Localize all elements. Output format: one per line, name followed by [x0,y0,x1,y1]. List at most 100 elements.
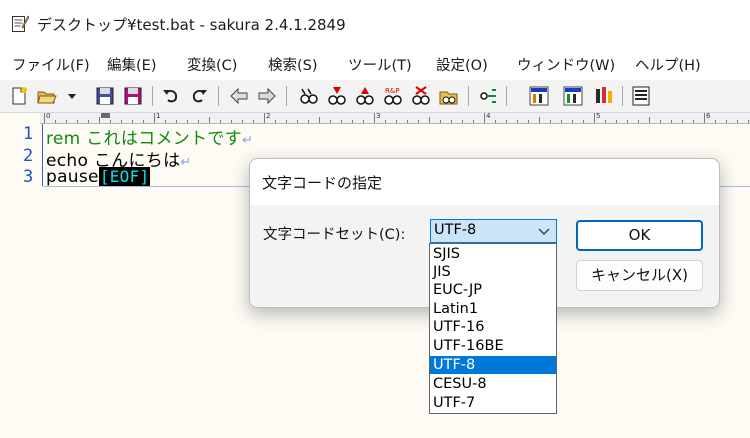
charset-option-sjis[interactable]: SJIS [430,245,556,263]
ok-button[interactable]: OK [576,220,703,251]
ruler-tick [44,113,45,123]
ruler-tick [198,120,199,123]
ruler-tick [616,120,617,123]
grep-icon[interactable] [438,85,460,107]
ruler-tick [715,120,716,123]
ruler-tick [143,120,144,123]
charset-label: 文字コードセット(C): [263,227,406,243]
ruler-tick [605,120,606,123]
ruler-tick [396,120,397,123]
ruler-tick [561,120,562,123]
search-next-icon[interactable] [326,85,348,107]
charset-option-cesu-8[interactable]: CESU-8 [430,375,556,393]
save-icon[interactable] [94,85,116,107]
clear-highlight-icon[interactable] [410,85,432,107]
window-icon[interactable] [630,85,652,107]
redo-icon[interactable] [188,85,210,107]
menu-convert[interactable]: 変換(C) [187,54,237,75]
ruler-tick [341,120,342,123]
charset-option-utf-8[interactable]: UTF-8 [430,356,556,374]
ruler-tick [649,117,650,123]
ruler-tick [110,120,111,123]
ruler-tick [385,120,386,123]
charset-option-utf-7[interactable]: UTF-7 [430,394,556,412]
charset-combobox[interactable]: UTF-8 [430,219,557,243]
ruler-tick [726,120,727,123]
ruler-label: 2 [266,112,271,120]
charset-dropdown-list[interactable]: SJIS JIS EUC-JP Latin1 UTF-16 UTF-16BE U… [429,243,557,414]
ruler-label: 5 [596,112,601,120]
ruler-tick [737,120,738,123]
ruler-tick [660,120,661,123]
ruler-tick [319,117,320,123]
ruler-tick [594,113,595,123]
search-prev-icon[interactable] [354,85,376,107]
menu-search[interactable]: 検索(S) [268,54,318,75]
new-file-icon[interactable] [8,85,30,107]
ruler-tick [495,120,496,123]
window-title: デスクトップ¥test.bat - sakura 2.4.1.2849 [37,16,346,34]
undo-icon[interactable] [160,85,182,107]
ruler-tick [627,120,628,123]
ruler-tick [88,120,89,123]
toolbar-separator [152,86,153,106]
ruler-tick [550,120,551,123]
dropdown-arrow-icon[interactable] [64,85,80,107]
ruler-label: 3 [376,112,381,120]
toolbar: R&P [0,80,750,113]
outline-icon[interactable] [478,85,500,107]
charset-option-jis[interactable]: JIS [430,263,556,281]
ruler-tick [77,120,78,123]
menu-window[interactable]: ウィンドウ(W) [517,54,615,75]
menu-bar: ファイル(F) 編集(E) 変換(C) 検索(S) ツール(T) 設定(O) ウ… [0,47,750,80]
common-settings-icon[interactable] [594,85,616,107]
sakura-editor-icon [12,15,29,32]
ruler-tick [308,120,309,123]
eof-marker: [EOF] [98,167,151,186]
compare-icon[interactable] [528,85,550,107]
ruler-tick [187,120,188,123]
ruler-label: 1 [156,112,161,120]
charset-option-utf-16be[interactable]: UTF-16BE [430,337,556,355]
jump-forward-icon[interactable] [256,85,278,107]
jump-back-icon[interactable] [228,85,250,107]
menu-settings[interactable]: 設定(O) [436,54,488,75]
ruler-tick [275,120,276,123]
toolbar-separator [468,86,469,106]
ruler-tick [220,120,221,123]
code-text: pause [46,167,99,187]
type-settings-icon[interactable] [562,85,584,107]
cancel-button[interactable]: キャンセル(X) [576,260,703,291]
ruler-tick [583,120,584,123]
ruler-tick [55,120,56,123]
menu-file[interactable]: ファイル(F) [12,54,90,75]
chevron-down-icon[interactable] [538,226,550,236]
title-bar: デスクトップ¥test.bat - sakura 2.4.1.2849 [0,0,750,47]
dialog-title-bar[interactable]: 文字コードの指定 [250,159,719,205]
menu-edit[interactable]: 編集(E) [107,54,156,75]
ruler-tick [132,120,133,123]
search-icon[interactable] [298,85,320,107]
ruler-cursor-marker [101,113,110,118]
ruler-tick [297,120,298,123]
ruler-tick [473,120,474,123]
menu-help[interactable]: ヘルプ(H) [635,54,701,75]
svg-text:R&P: R&P [385,87,400,95]
toolbar-separator [506,86,507,106]
charset-selected-value: UTF-8 [434,222,477,238]
editor-line: 1 rem これはコメントです↵ [0,124,740,149]
menu-tools[interactable]: ツール(T) [348,54,412,75]
replace-icon[interactable]: R&P [382,85,404,107]
ruler-tick [506,120,507,123]
charset-option-euc-jp[interactable]: EUC-JP [430,281,556,299]
charset-option-latin1[interactable]: Latin1 [430,300,556,318]
ruler-tick [704,113,705,123]
ruler-tick [176,120,177,123]
charset-option-utf-16[interactable]: UTF-16 [430,318,556,336]
save-all-icon[interactable] [122,85,144,107]
ruler-tick [418,120,419,123]
ruler-tick [484,113,485,123]
ruler-tick [429,117,430,123]
open-file-icon[interactable] [36,85,58,107]
ruler-tick [517,120,518,123]
